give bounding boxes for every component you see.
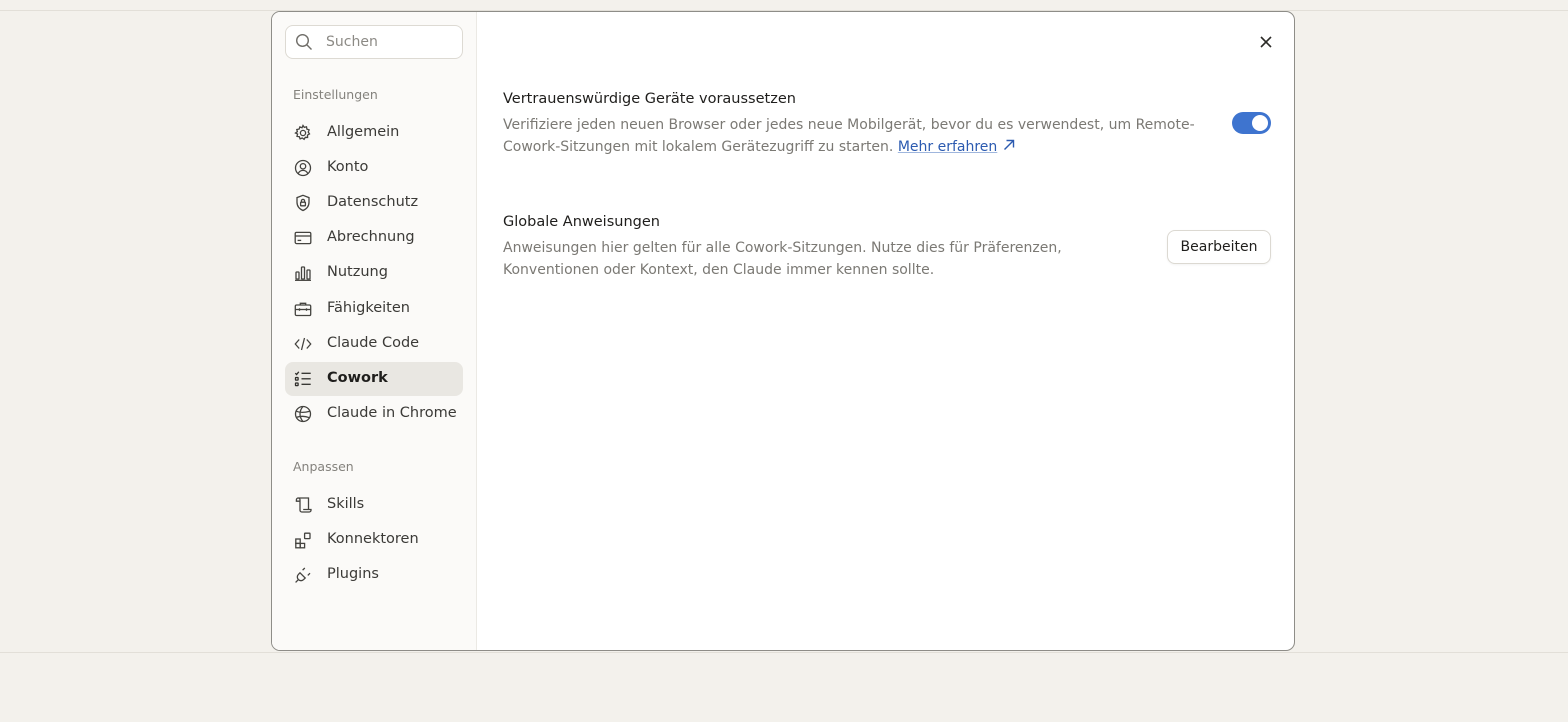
- trusted-devices-desc-line2: Cowork-Sitzungen mit lokalem Gerätezugri…: [503, 139, 894, 155]
- checklist-icon: [294, 370, 312, 388]
- global-instructions-desc-line2: Konventionen oder Kontext, den Claude im…: [503, 262, 935, 278]
- shield-lock-icon: [294, 194, 312, 212]
- close-button[interactable]: [1255, 31, 1277, 53]
- global-instructions-description: Anweisungen hier gelten für alle Cowork-…: [503, 237, 1123, 281]
- learn-more-label: Mehr erfahren: [897, 139, 998, 155]
- user-circle-icon: [294, 159, 312, 177]
- settings-sidebar: Einstellungen Allgemein Konto: [272, 12, 477, 650]
- plug-icon: [294, 566, 312, 584]
- trusted-devices-desc-line1: Verifiziere jeden neuen Browser oder jed…: [503, 117, 1195, 133]
- global-instructions-title: Globale Anweisungen: [503, 214, 660, 230]
- globe-icon: [294, 405, 312, 423]
- search-icon: [295, 33, 313, 51]
- sidebar-item-claude-code[interactable]: Claude Code: [285, 327, 463, 361]
- external-link-icon: [1002, 138, 1016, 152]
- sidebar-item-label: Claude in Chrome: [327, 405, 457, 421]
- sidebar-item-allgemein[interactable]: Allgemein: [285, 116, 463, 150]
- toggle-knob: [1252, 115, 1268, 131]
- sidebar-item-konnektoren[interactable]: Konnektoren: [285, 523, 463, 557]
- sidebar-item-label: Plugins: [327, 566, 379, 582]
- settings-modal: Einstellungen Allgemein Konto: [271, 11, 1295, 651]
- sidebar-item-label: Nutzung: [327, 264, 388, 280]
- global-instructions-desc-line1: Anweisungen hier gelten für alle Cowork-…: [503, 240, 1062, 256]
- sidebar-item-konto[interactable]: Konto: [285, 151, 463, 185]
- gear-icon: [294, 124, 312, 142]
- bar-chart-icon: [294, 264, 312, 282]
- sidebar-item-cowork[interactable]: Cowork: [285, 362, 463, 396]
- sidebar-item-label: Claude Code: [327, 335, 420, 351]
- learn-more-link[interactable]: Mehr erfahren: [898, 139, 997, 155]
- sidebar-item-label: Datenschutz: [327, 194, 419, 210]
- section-label-einstellungen: Einstellungen: [293, 87, 378, 102]
- toolbox-icon: [294, 300, 312, 318]
- search-box[interactable]: [285, 25, 463, 59]
- code-icon: [294, 335, 312, 353]
- trusted-devices-desc-line2-row: Cowork-Sitzungen mit lokalem Gerätezugri…: [503, 136, 1203, 158]
- blocks-icon: [294, 531, 312, 549]
- sidebar-item-label: Skills: [327, 496, 365, 512]
- trusted-devices-description: Verifiziere jeden neuen Browser oder jed…: [503, 114, 1203, 158]
- credit-card-icon: [294, 229, 312, 247]
- sidebar-item-plugins[interactable]: Plugins: [285, 558, 463, 592]
- sidebar-item-abrechnung[interactable]: Abrechnung: [285, 221, 463, 255]
- sidebar-item-label: Allgemein: [327, 124, 400, 140]
- sidebar-item-nutzung[interactable]: Nutzung: [285, 256, 463, 290]
- search-input[interactable]: [326, 26, 456, 58]
- trusted-devices-title: Vertrauenswürdige Geräte voraussetzen: [503, 91, 796, 107]
- sidebar-item-skills[interactable]: Skills: [285, 488, 463, 522]
- sidebar-item-label: Cowork: [327, 370, 388, 386]
- sidebar-item-label: Abrechnung: [327, 229, 415, 245]
- trusted-devices-toggle[interactable]: [1232, 112, 1271, 134]
- close-icon: [1260, 36, 1272, 48]
- scroll-icon: [294, 496, 312, 514]
- sidebar-item-label: Konnektoren: [327, 531, 419, 547]
- sidebar-item-claude-in-chrome[interactable]: Claude in Chrome: [285, 397, 463, 431]
- section-label-anpassen: Anpassen: [293, 459, 354, 474]
- sidebar-item-label: Konto: [327, 159, 369, 175]
- sidebar-item-faehigkeiten[interactable]: Fähigkeiten: [285, 292, 463, 326]
- edit-button[interactable]: Bearbeiten: [1167, 230, 1271, 264]
- sidebar-item-datenschutz[interactable]: Datenschutz: [285, 186, 463, 220]
- backdrop-bottom-area: [0, 652, 1568, 722]
- sidebar-item-label: Fähigkeiten: [327, 300, 410, 316]
